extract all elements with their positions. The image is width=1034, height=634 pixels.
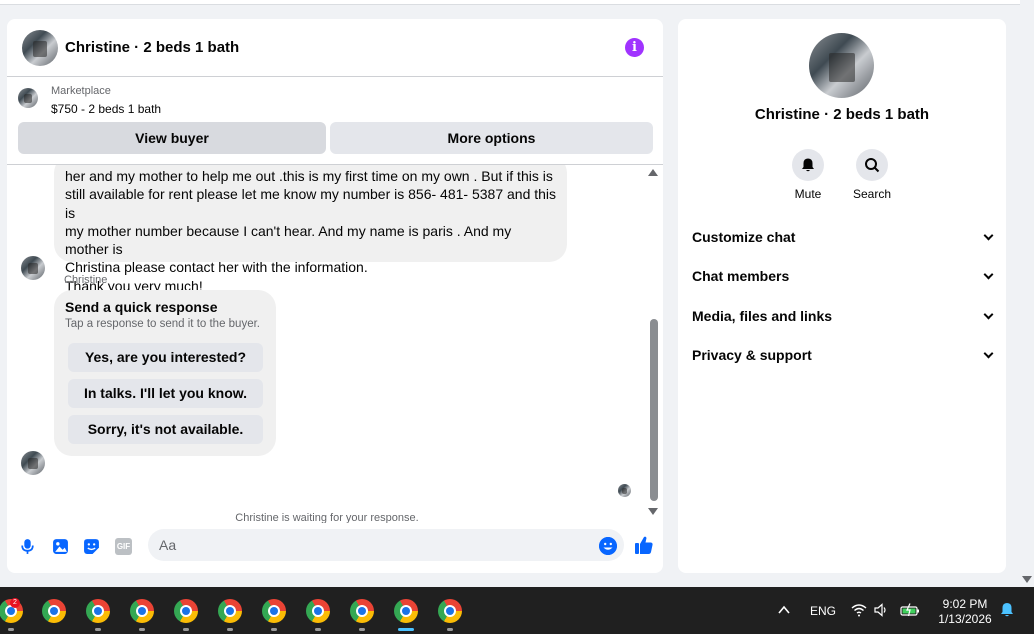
info-avatar[interactable] [809,33,874,98]
taskbar-running-indicator [227,628,233,631]
menu-label: Chat members [692,268,790,284]
chat-title[interactable]: Christine · 2 beds 1 bath [65,39,239,56]
wifi-icon[interactable] [851,603,867,617]
buyer-message-bubble: her and my mother to help me out .this i… [54,165,567,294]
menu-chat-members[interactable]: Chat members [692,268,994,288]
chrome-taskbar-icon[interactable] [42,599,66,623]
scrollbar-thumb[interactable] [650,319,658,501]
taskbar-running-indicator [8,628,14,631]
seen-receipt-avatar [618,484,631,497]
top-nav-bar [0,0,1020,5]
menu-media-files-links[interactable]: Media, files and links [692,308,994,328]
taskbar-running-indicator [183,628,189,631]
listing-price-title[interactable]: $750 - 2 beds 1 bath [51,102,161,116]
microphone-icon[interactable] [19,538,36,555]
clock-date: 1/13/2026 [938,612,992,626]
taskbar-running-indicator [271,628,277,631]
chrome-taskbar-icon[interactable] [350,599,374,623]
message-line: Christina please contact her with the in… [65,259,368,276]
chrome-taskbar-icon[interactable] [394,599,418,623]
chat-header: Christine · 2 beds 1 bath i [7,19,663,77]
info-icon[interactable]: i [625,38,644,57]
taskbar-running-indicator [315,628,321,631]
chrome-taskbar-icon[interactable] [306,599,330,623]
mute-action[interactable]: Mute [778,149,838,201]
menu-customize-chat[interactable]: Customize chat [692,229,994,249]
menu-label: Privacy & support [692,347,812,363]
more-options-button[interactable]: More options [330,122,653,154]
system-clock[interactable]: 9:02 PM 1/13/2026 [930,597,1000,627]
quick-response-card: Send a quick response Tap a response to … [54,290,276,456]
message-line: my mother number because I can't hear. A… [65,222,512,258]
chat-avatar[interactable] [22,30,58,66]
search-action[interactable]: Search [842,149,902,201]
buyer-avatar[interactable] [21,451,45,475]
waiting-note: Christine is waiting for your response. [235,512,419,523]
search-button[interactable] [856,149,888,181]
thumbs-up-icon[interactable] [634,535,654,555]
chevron-down-icon [983,348,994,359]
info-title: Christine · 2 beds 1 bath [754,106,930,123]
chrome-taskbar-icon[interactable] [86,599,110,623]
chrome-taskbar-icon[interactable] [262,599,286,623]
marketplace-listing: Marketplace $750 - 2 beds 1 bath View bu… [7,77,663,165]
volume-icon[interactable] [874,603,888,617]
battery-charging-icon[interactable] [900,603,920,617]
chevron-up-icon[interactable] [778,605,790,615]
quick-response-in-talks-button[interactable]: In talks. I'll let you know. [68,379,263,408]
notification-badge: 2 [10,598,20,608]
message-list: her and my mother to help me out .this i… [7,165,663,523]
emoji-icon[interactable] [599,537,617,555]
message-line: still available for rent please let me k… [65,186,557,221]
taskbar-running-indicator [139,628,145,631]
chat-info-panel: Christine · 2 beds 1 bath Mute Search Cu… [678,19,1006,573]
taskbar-running-indicator [95,628,101,631]
chrome-taskbar-icon[interactable] [218,599,242,623]
quick-response-title: Send a quick response [65,299,218,315]
photo-icon[interactable] [52,538,69,555]
chevron-down-icon [983,309,994,320]
taskbar-running-indicator [359,628,365,631]
scroll-up-arrow[interactable] [648,169,658,176]
mute-button[interactable] [792,149,824,181]
buyer-avatar[interactable] [21,256,45,280]
message-line: her and my mother to help me out .this i… [65,168,553,184]
chat-panel: Christine · 2 beds 1 bath i Marketplace … [7,19,663,573]
search-label: Search [852,187,892,201]
message-input[interactable]: Aa [148,529,624,561]
message-composer: GIF Aa [7,523,663,573]
taskbar-active-indicator [398,628,414,631]
listing-thumbnail[interactable] [18,88,38,108]
view-buyer-button[interactable]: View buyer [18,122,326,154]
quick-response-subtitle: Tap a response to send it to the buyer. [65,318,260,330]
listing-label: Marketplace [51,85,111,97]
sender-name: Christine [64,274,108,286]
quick-response-yes-button[interactable]: Yes, are you interested? [68,343,263,372]
taskbar-running-indicator [447,628,453,631]
chrome-taskbar-icon[interactable] [438,599,462,623]
page-scroll-down-arrow[interactable] [1022,576,1032,583]
notification-bell-icon[interactable] [1000,602,1014,618]
language-indicator[interactable]: ENG [810,604,836,618]
mute-label: Mute [794,187,822,201]
clock-time: 9:02 PM [942,597,988,611]
scroll-down-arrow[interactable] [648,508,658,515]
chevron-down-icon [983,269,994,280]
chevron-down-icon [983,230,994,241]
sticker-icon[interactable] [83,538,100,555]
chrome-taskbar-icon[interactable] [130,599,154,623]
taskbar: 2 ENG 9:02 PM 1/13/2026 [0,587,1034,634]
quick-response-not-available-button[interactable]: Sorry, it's not available. [68,415,263,444]
bell-icon [802,158,814,172]
chrome-taskbar-icon[interactable] [174,599,198,623]
search-icon [865,158,880,173]
menu-label: Media, files and links [692,308,833,324]
menu-privacy-support[interactable]: Privacy & support [692,347,994,367]
menu-label: Customize chat [692,229,796,245]
gif-icon[interactable]: GIF [115,538,132,555]
